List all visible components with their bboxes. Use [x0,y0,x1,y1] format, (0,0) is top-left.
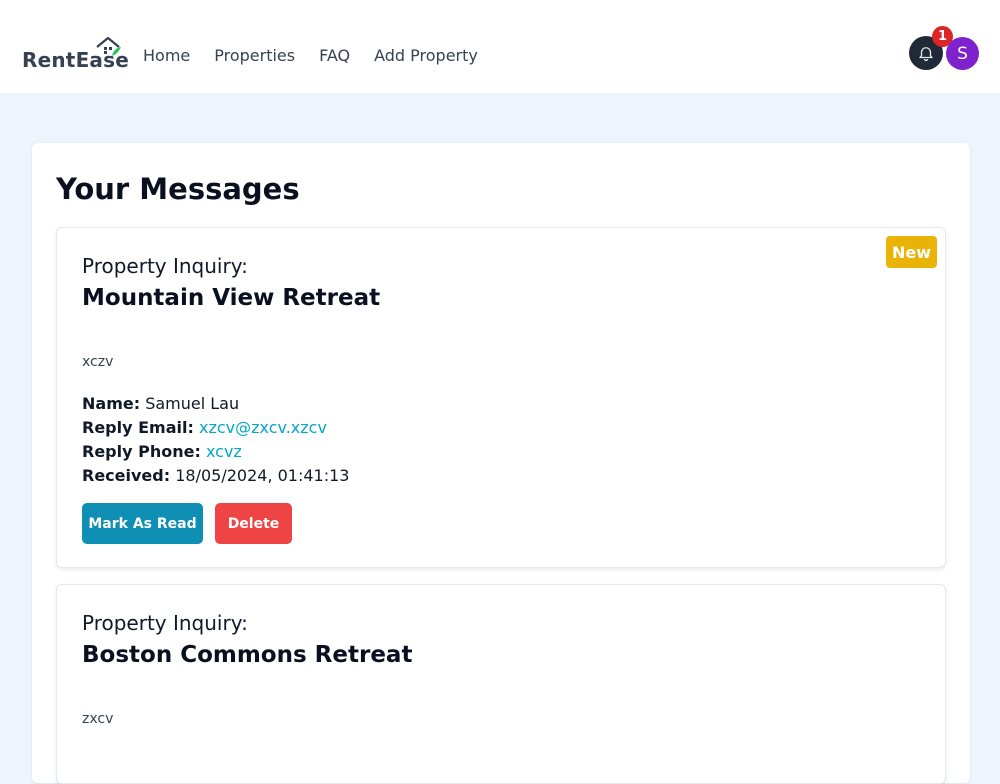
message-card: New Property Inquiry: Mountain View Retr… [56,227,946,568]
message-subject-label: Property Inquiry: [82,254,248,278]
nav-home-link[interactable]: Home [143,46,190,65]
page-title: Your Messages [56,172,300,206]
received-timestamp: 18/05/2024, 01:41:13 [175,466,350,485]
message-property-title: Boston Commons Retreat [82,642,413,668]
top-navbar: RentEase Home Properties FAQ Add Propert… [0,0,1000,93]
sender-name-label: Name: [82,394,141,413]
received-row: Received: 18/05/2024, 01:41:13 [82,464,349,488]
reply-email-row: Reply Email: xzcv@zxcv.xzcv [82,416,349,440]
received-label: Received: [82,466,171,485]
reply-email-label: Reply Email: [82,418,194,437]
message-body: xczv [82,354,114,370]
reply-email-link[interactable]: xzcv@zxcv.xzcv [199,418,327,437]
reply-phone-row: Reply Phone: xcvz [82,440,349,464]
message-details: Name: Samuel Lau Reply Email: xzcv@zxcv.… [82,392,349,488]
sender-name-row: Name: Samuel Lau [82,392,349,416]
bell-icon [919,47,933,62]
nav-faq-link[interactable]: FAQ [319,46,350,65]
message-property-title: Mountain View Retreat [82,285,381,311]
reply-phone-label: Reply Phone: [82,442,201,461]
nav-properties-link[interactable]: Properties [214,46,295,65]
nav-add-property-link[interactable]: Add Property [374,46,478,65]
message-subject-label: Property Inquiry: [82,611,248,635]
sender-name: Samuel Lau [145,394,240,413]
brand-logo[interactable]: RentEase [22,36,129,72]
mark-as-read-button[interactable]: Mark As Read [82,503,203,544]
delete-message-button[interactable]: Delete [215,503,292,544]
reply-phone-link[interactable]: xcvz [206,442,242,461]
user-avatar[interactable]: S [946,37,979,70]
message-body: zxcv [82,711,114,727]
brand-name: RentEase [22,48,129,72]
main-nav: Home Properties FAQ Add Property [143,46,502,65]
new-badge: New [886,236,937,268]
message-card: Property Inquiry: Boston Commons Retreat… [56,584,946,784]
